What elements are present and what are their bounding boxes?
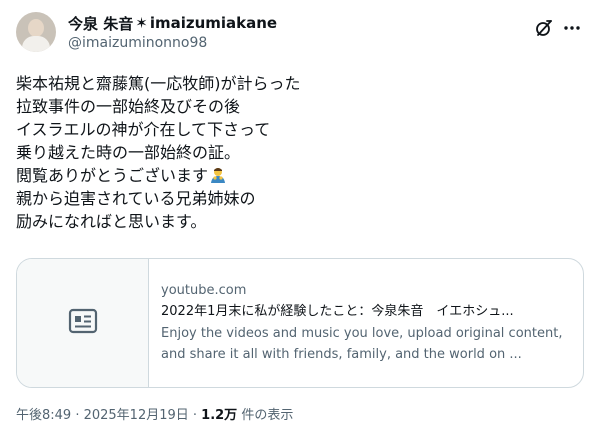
- tweet-line: 励みになればと思います。: [16, 212, 207, 231]
- card-body: youtube.com 2022年1月末に私が経験したこと：今泉朱音 イエホシュ…: [161, 281, 571, 365]
- article-icon: [68, 308, 98, 338]
- tweet-line: イスラエルの神が介在して下さって: [16, 120, 271, 139]
- views-label: 件の表示: [237, 408, 294, 423]
- avatar-body: [22, 36, 50, 52]
- author-handle[interactable]: @imaizuminonno98: [68, 35, 207, 51]
- name-separator: ✶: [135, 14, 148, 32]
- tweet-header: 今泉 朱音 ✶ imaizumiakane @imaizuminonno98: [16, 12, 584, 60]
- grok-icon[interactable]: [532, 16, 556, 40]
- tweet-text: 柴本祐規と齋藤篤(一応牧師)が計らった 拉致事件の一部始終及びその後 イスラエル…: [16, 72, 576, 233]
- tweet-line: 拉致事件の一部始終及びその後: [16, 97, 241, 116]
- person-bowing-emoji-icon: [209, 166, 227, 184]
- card-title: 2022年1月末に私が経験したこと：今泉朱音 イエホシュ...: [161, 304, 514, 319]
- card-description: Enjoy the videos and music you love, upl…: [161, 326, 563, 362]
- tweet-line-with-emoji: 閲覧ありがとうございます: [16, 164, 576, 187]
- card-thumbnail: [17, 259, 149, 387]
- card-domain: youtube.com: [161, 283, 247, 298]
- author-name[interactable]: 今泉 朱音 ✶ imaizumiakane: [68, 13, 277, 33]
- views-count: 1.2万: [201, 408, 238, 423]
- author-display-name: 今泉 朱音: [68, 14, 134, 33]
- more-options-icon[interactable]: [560, 16, 584, 40]
- avatar[interactable]: [16, 12, 56, 52]
- tweet-line: 親から迫害されている兄弟姉妹の: [16, 189, 256, 208]
- tweet-line: 乗り越えた時の一部始終の証。: [16, 143, 241, 162]
- tweet-timestamp[interactable]: 午後8:49 · 2025年12月19日 ·: [16, 408, 201, 423]
- link-preview-card[interactable]: youtube.com 2022年1月末に私が経験したこと：今泉朱音 イエホシュ…: [16, 258, 584, 388]
- tweet-meta: 午後8:49 · 2025年12月19日 · 1.2万 件の表示: [16, 404, 293, 423]
- author-name-suffix: imaizumiakane: [149, 14, 278, 32]
- avatar-head: [28, 19, 44, 37]
- tweet-line: 柴本祐規と齋藤篤(一応牧師)が計らった: [16, 74, 301, 93]
- tweet-line-text: 閲覧ありがとうございます: [16, 166, 209, 185]
